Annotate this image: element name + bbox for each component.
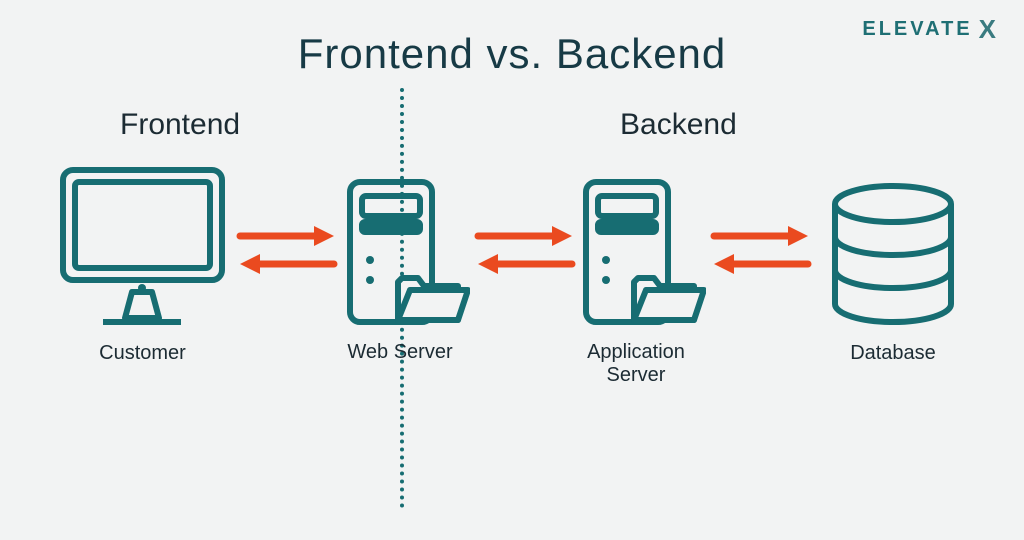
node-app-server: Application Server	[566, 176, 706, 387]
arrows-app-db	[706, 222, 816, 278]
server-icon	[330, 176, 470, 331]
page-title: Frontend vs. Backend	[0, 30, 1024, 78]
monitor-icon	[55, 162, 230, 332]
diagram-canvas: ELEVATE X Frontend vs. Backend Frontend …	[0, 0, 1024, 540]
server-icon	[566, 176, 706, 331]
node-app-server-label: Application Server	[566, 341, 706, 387]
node-database: Database	[818, 182, 968, 365]
node-database-label: Database	[818, 342, 968, 365]
backend-section-label: Backend	[620, 108, 737, 142]
frontend-section-label: Frontend	[120, 108, 240, 142]
node-customer: Customer	[55, 162, 230, 365]
node-customer-label: Customer	[55, 342, 230, 365]
database-icon	[818, 182, 968, 332]
arrows-customer-web	[232, 222, 342, 278]
node-web-server-label: Web Server	[330, 341, 470, 364]
arrows-web-app	[470, 222, 580, 278]
node-web-server: Web Server	[330, 176, 470, 364]
